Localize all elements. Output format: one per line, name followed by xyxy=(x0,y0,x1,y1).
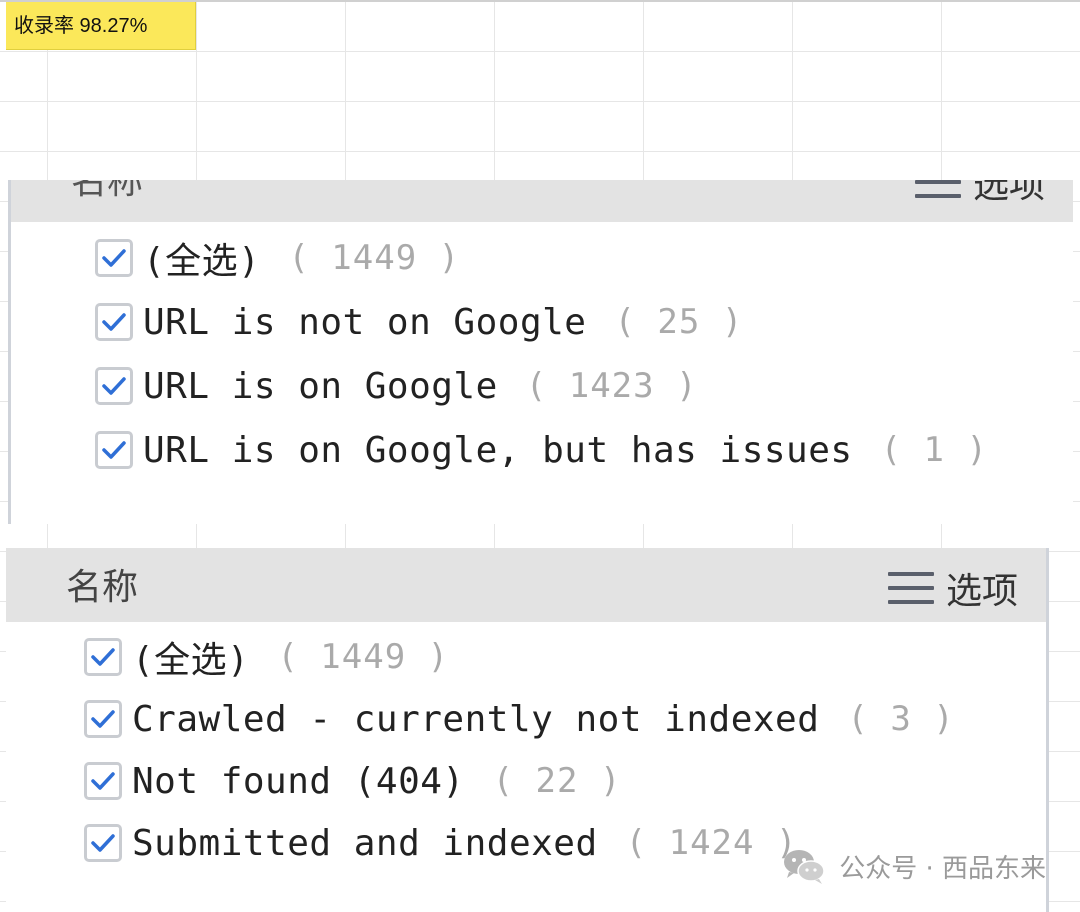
filter-item-label: Submitted and indexed xyxy=(132,822,598,864)
filter-item[interactable]: URL is on Google, but has issues ( 1 ) xyxy=(11,418,1073,482)
filter-item[interactable]: Not found (404) ( 22 ) xyxy=(6,750,1046,812)
checkmark-icon xyxy=(102,377,126,395)
checkmark-icon xyxy=(91,710,115,728)
filter-item-count: ( 22 ) xyxy=(492,761,622,801)
filter-item-select-all[interactable]: (全选) ( 1449 ) xyxy=(11,226,1073,290)
checkmark-icon xyxy=(102,441,126,459)
checkmark-icon xyxy=(91,834,115,852)
checkbox[interactable] xyxy=(95,239,133,277)
checkbox[interactable] xyxy=(95,367,133,405)
filter-item-list: (全选) ( 1449 ) Crawled - currently not in… xyxy=(6,626,1046,874)
filter-item-count: ( 25 ) xyxy=(614,302,744,342)
options-label: 选项 xyxy=(945,571,1018,612)
watermark: 公众号 · 西品东来 xyxy=(781,846,1046,886)
highlighted-cell[interactable]: 收录率 98.27% xyxy=(6,2,196,50)
filter-item-count: ( 1449 ) xyxy=(277,637,450,677)
wechat-icon xyxy=(784,850,825,884)
checkmark-icon xyxy=(102,313,126,331)
filter-item-label: Crawled - currently not indexed xyxy=(132,698,820,740)
filter-item-label: (全选) xyxy=(143,241,261,282)
checkbox[interactable] xyxy=(84,700,122,738)
filter-item-count: ( 3 ) xyxy=(847,699,955,739)
filter-item-count: ( 1 ) xyxy=(880,430,988,470)
filter-item-label: (全选) xyxy=(132,640,250,681)
column-name-label: 名称 xyxy=(71,180,144,202)
filter-item[interactable]: URL is on Google ( 1423 ) xyxy=(11,354,1073,418)
filter-item-label: Not found (404) xyxy=(132,760,465,802)
filter-item-count: ( 1424 ) xyxy=(625,823,798,863)
checkbox[interactable] xyxy=(84,762,122,800)
filter-item[interactable]: URL is not on Google ( 25 ) xyxy=(11,290,1073,354)
filter-panel-header: 名称 选项 xyxy=(6,548,1046,622)
filter-panel-index-status: 名称 选项 (全选) ( 1449 ) URL is not on Google… xyxy=(8,180,1073,524)
menu-icon xyxy=(887,568,934,608)
watermark-text: 公众号 · 西品东来 xyxy=(839,853,1046,884)
filter-item[interactable]: Crawled - currently not indexed ( 3 ) xyxy=(6,688,1046,750)
filter-item-label: URL is on Google, but has issues xyxy=(143,429,853,471)
checkbox[interactable] xyxy=(84,638,122,676)
filter-item-count: ( 1423 ) xyxy=(525,366,698,406)
filter-panel-header: 名称 选项 xyxy=(11,180,1073,222)
filter-item-select-all[interactable]: (全选) ( 1449 ) xyxy=(6,626,1046,688)
checkmark-icon xyxy=(91,648,115,666)
filter-item-count: ( 1449 ) xyxy=(288,238,461,278)
checkbox[interactable] xyxy=(95,431,133,469)
options-button[interactable]: 选项 xyxy=(887,548,1018,628)
options-button[interactable]: 选项 xyxy=(914,180,1045,222)
checkmark-icon xyxy=(102,249,126,267)
filter-item-list: (全选) ( 1449 ) URL is not on Google ( 25 … xyxy=(11,226,1073,482)
checkbox[interactable] xyxy=(95,303,133,341)
menu-icon xyxy=(914,180,961,202)
checkmark-icon xyxy=(91,772,115,790)
options-label: 选项 xyxy=(972,180,1045,206)
column-name-label: 名称 xyxy=(66,567,139,608)
checkbox[interactable] xyxy=(84,824,122,862)
filter-item-label: URL is on Google xyxy=(143,365,498,407)
filter-item-label: URL is not on Google xyxy=(143,301,587,343)
